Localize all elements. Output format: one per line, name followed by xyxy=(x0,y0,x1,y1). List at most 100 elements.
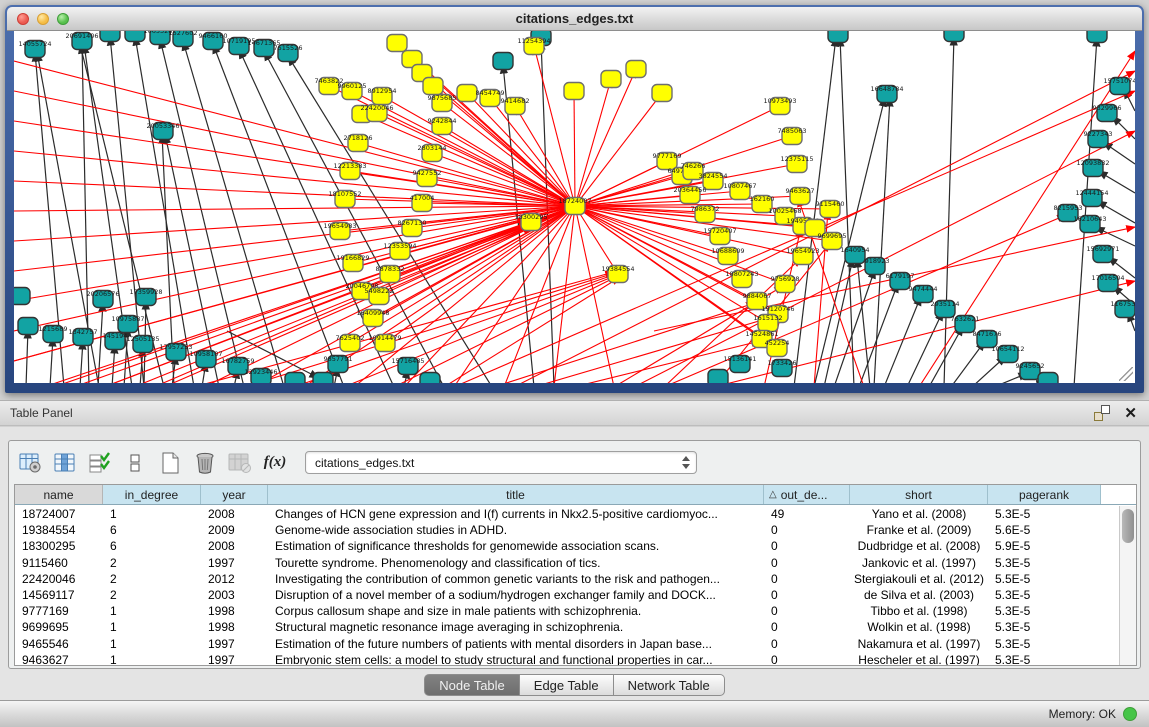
network-node[interactable] xyxy=(125,31,145,42)
cell-year[interactable]: 1997 xyxy=(201,653,268,666)
rows-icon[interactable] xyxy=(121,449,149,477)
network-node[interactable]: 17359928 xyxy=(129,288,162,306)
cell-title[interactable]: Embryonic stem cells: a model to study s… xyxy=(268,653,764,666)
network-node[interactable]: 1342757 xyxy=(69,328,98,346)
network-node[interactable] xyxy=(100,31,120,42)
network-node[interactable]: 10688609 xyxy=(711,247,744,265)
network-node[interactable]: 5498222 xyxy=(365,287,394,305)
cell-pagerank[interactable]: 5.5E-5 xyxy=(988,572,1101,586)
cell-in_degree[interactable]: 1 xyxy=(103,653,201,666)
cell-pagerank[interactable]: 5.3E-5 xyxy=(988,604,1101,618)
cell-short[interactable]: Jankovic et al. (1997) xyxy=(850,556,988,570)
cell-out_de[interactable]: 0 xyxy=(764,588,850,602)
column-header-in_degree[interactable]: in_degree xyxy=(103,485,201,504)
table-row[interactable]: 946362711997Embryonic stem cells: a mode… xyxy=(15,652,1119,666)
network-node[interactable]: 7625402 xyxy=(336,334,365,352)
tab-edge-table[interactable]: Edge Table xyxy=(520,674,614,696)
network-node[interactable] xyxy=(601,71,621,88)
cell-year[interactable]: 1997 xyxy=(201,556,268,570)
cell-title[interactable]: Estimation of the future numbers of pati… xyxy=(268,637,764,651)
float-panel-icon[interactable] xyxy=(1094,405,1110,421)
cell-name[interactable]: 14569117 xyxy=(15,588,103,602)
cell-year[interactable]: 1998 xyxy=(201,604,268,618)
cell-out_de[interactable]: 0 xyxy=(764,604,850,618)
network-node[interactable]: 12923446 xyxy=(244,368,277,383)
cell-in_degree[interactable]: 2 xyxy=(103,572,201,586)
cell-pagerank[interactable]: 5.6E-5 xyxy=(988,523,1101,537)
select-rows-icon[interactable] xyxy=(86,449,114,477)
cell-short[interactable]: Hescheler et al. (1997) xyxy=(850,653,988,666)
cell-pagerank[interactable]: 5.3E-5 xyxy=(988,588,1101,602)
network-node[interactable] xyxy=(1087,31,1107,43)
network-node[interactable]: 1215689 xyxy=(39,325,68,343)
network-node[interactable]: 9857791 xyxy=(324,355,353,373)
cell-name[interactable]: 9463627 xyxy=(15,653,103,666)
cell-short[interactable]: Wolkin et al. (1998) xyxy=(850,620,988,634)
table-vertical-scrollbar[interactable] xyxy=(1119,506,1136,665)
network-node[interactable]: 7986372 xyxy=(691,205,720,223)
column-header-pagerank[interactable]: pagerank xyxy=(988,485,1101,504)
cell-short[interactable]: Stergiakouli et al. (2012) xyxy=(850,572,988,586)
network-node[interactable] xyxy=(652,85,672,102)
network-node[interactable]: 2803144 xyxy=(418,144,447,162)
cell-in_degree[interactable]: 1 xyxy=(103,507,201,521)
table-row[interactable]: 969969511998Structural magnetic resonanc… xyxy=(15,619,1119,635)
network-node[interactable]: 417004 xyxy=(410,194,435,212)
network-node[interactable]: 10654112 xyxy=(991,345,1024,363)
network-node[interactable]: 8878332 xyxy=(376,265,405,283)
network-node[interactable] xyxy=(313,373,333,384)
cell-name[interactable]: 9777169 xyxy=(15,604,103,618)
scrollbar-thumb[interactable] xyxy=(1122,509,1134,543)
network-node[interactable]: 9242844 xyxy=(428,117,457,135)
cell-out_de[interactable]: 0 xyxy=(764,556,850,570)
table-row[interactable]: 2242004622012Investigating the contribut… xyxy=(15,571,1119,587)
cell-in_degree[interactable]: 1 xyxy=(103,637,201,651)
cell-title[interactable]: Tourette syndrome. Phenomenology and cla… xyxy=(268,556,764,570)
network-node[interactable] xyxy=(285,373,305,384)
table-column-icon[interactable] xyxy=(51,449,79,477)
cell-in_degree[interactable]: 2 xyxy=(103,556,201,570)
network-node[interactable]: 12375115 xyxy=(780,155,813,173)
network-node[interactable]: 10975887 xyxy=(111,315,144,333)
column-header-out_de[interactable]: △out_de... xyxy=(764,485,850,504)
network-node[interactable] xyxy=(564,83,584,100)
cell-name[interactable]: 18724007 xyxy=(15,507,103,521)
table-row[interactable]: 946554611997Estimation of the future num… xyxy=(15,636,1119,652)
cell-pagerank[interactable]: 5.3E-5 xyxy=(988,556,1101,570)
cell-short[interactable]: Franke et al. (2009) xyxy=(850,523,988,537)
column-header-title[interactable]: title xyxy=(268,485,764,504)
resize-grip-icon[interactable] xyxy=(1119,367,1133,381)
network-node[interactable]: 1733426 xyxy=(768,359,797,377)
close-panel-icon[interactable]: ✕ xyxy=(1124,406,1137,421)
cell-out_de[interactable]: 0 xyxy=(764,637,850,651)
network-node[interactable]: 1167533 xyxy=(1111,300,1135,318)
table-row[interactable]: 1830029562008Estimation of significance … xyxy=(15,538,1119,554)
network-node[interactable]: 8313074 xyxy=(824,31,853,43)
table-row[interactable]: 1938455462009Genome-wide association stu… xyxy=(15,522,1119,538)
network-node[interactable]: 16409948 xyxy=(356,309,389,327)
network-node[interactable] xyxy=(708,370,728,384)
network-node[interactable]: 7515526 xyxy=(274,44,303,62)
cell-pagerank[interactable]: 5.3E-5 xyxy=(988,653,1101,666)
network-node[interactable]: 17016504 xyxy=(1091,274,1124,292)
network-node[interactable]: 9414682 xyxy=(501,97,530,115)
table-row[interactable]: 911546021997Tourette syndrome. Phenomeno… xyxy=(15,555,1119,571)
network-node[interactable] xyxy=(14,288,30,305)
cell-pagerank[interactable]: 5.9E-5 xyxy=(988,539,1101,553)
close-window-button[interactable] xyxy=(17,13,29,25)
cell-name[interactable]: 22420046 xyxy=(15,572,103,586)
cell-title[interactable]: Structural magnetic resonance image aver… xyxy=(268,620,764,634)
cell-year[interactable]: 2008 xyxy=(201,507,268,521)
cell-year[interactable]: 1998 xyxy=(201,620,268,634)
minimize-window-button[interactable] xyxy=(37,13,49,25)
network-node[interactable] xyxy=(626,61,646,78)
cell-year[interactable]: 2008 xyxy=(201,539,268,553)
column-header-name[interactable]: name xyxy=(15,485,103,504)
network-node[interactable]: 10958107 xyxy=(189,350,222,368)
network-node[interactable]: 12093832 xyxy=(1076,159,1109,177)
cell-pagerank[interactable]: 5.3E-5 xyxy=(988,620,1101,634)
network-node[interactable]: 18807243 xyxy=(725,270,758,288)
cell-short[interactable]: Yano et al. (2008) xyxy=(850,507,988,521)
cell-name[interactable]: 9465546 xyxy=(15,637,103,651)
network-node[interactable] xyxy=(420,373,440,384)
